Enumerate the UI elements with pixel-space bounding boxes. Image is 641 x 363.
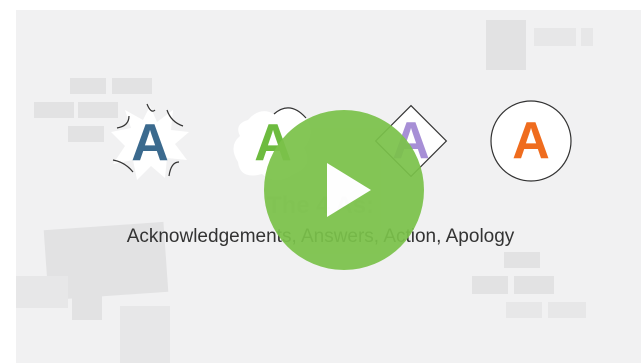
decor-block — [120, 306, 170, 363]
badge-acknowledgements: A — [107, 100, 193, 186]
decor-block — [16, 276, 68, 308]
decor-block — [486, 20, 526, 70]
badge-letter: A — [512, 112, 550, 170]
decor-block — [581, 28, 593, 46]
decor-block — [472, 276, 508, 294]
decor-block — [34, 102, 74, 118]
play-button[interactable] — [264, 110, 424, 270]
badge-apology: A — [488, 98, 574, 184]
decor-block — [514, 276, 554, 294]
decor-block — [534, 28, 576, 46]
decor-block — [70, 78, 106, 94]
decor-block — [506, 302, 542, 318]
decor-block — [548, 302, 586, 318]
decor-block — [504, 252, 540, 268]
decor-block — [72, 290, 102, 320]
play-icon — [327, 163, 371, 217]
badge-letter: A — [131, 114, 169, 172]
decor-block — [112, 78, 152, 94]
decor-block — [68, 126, 104, 142]
